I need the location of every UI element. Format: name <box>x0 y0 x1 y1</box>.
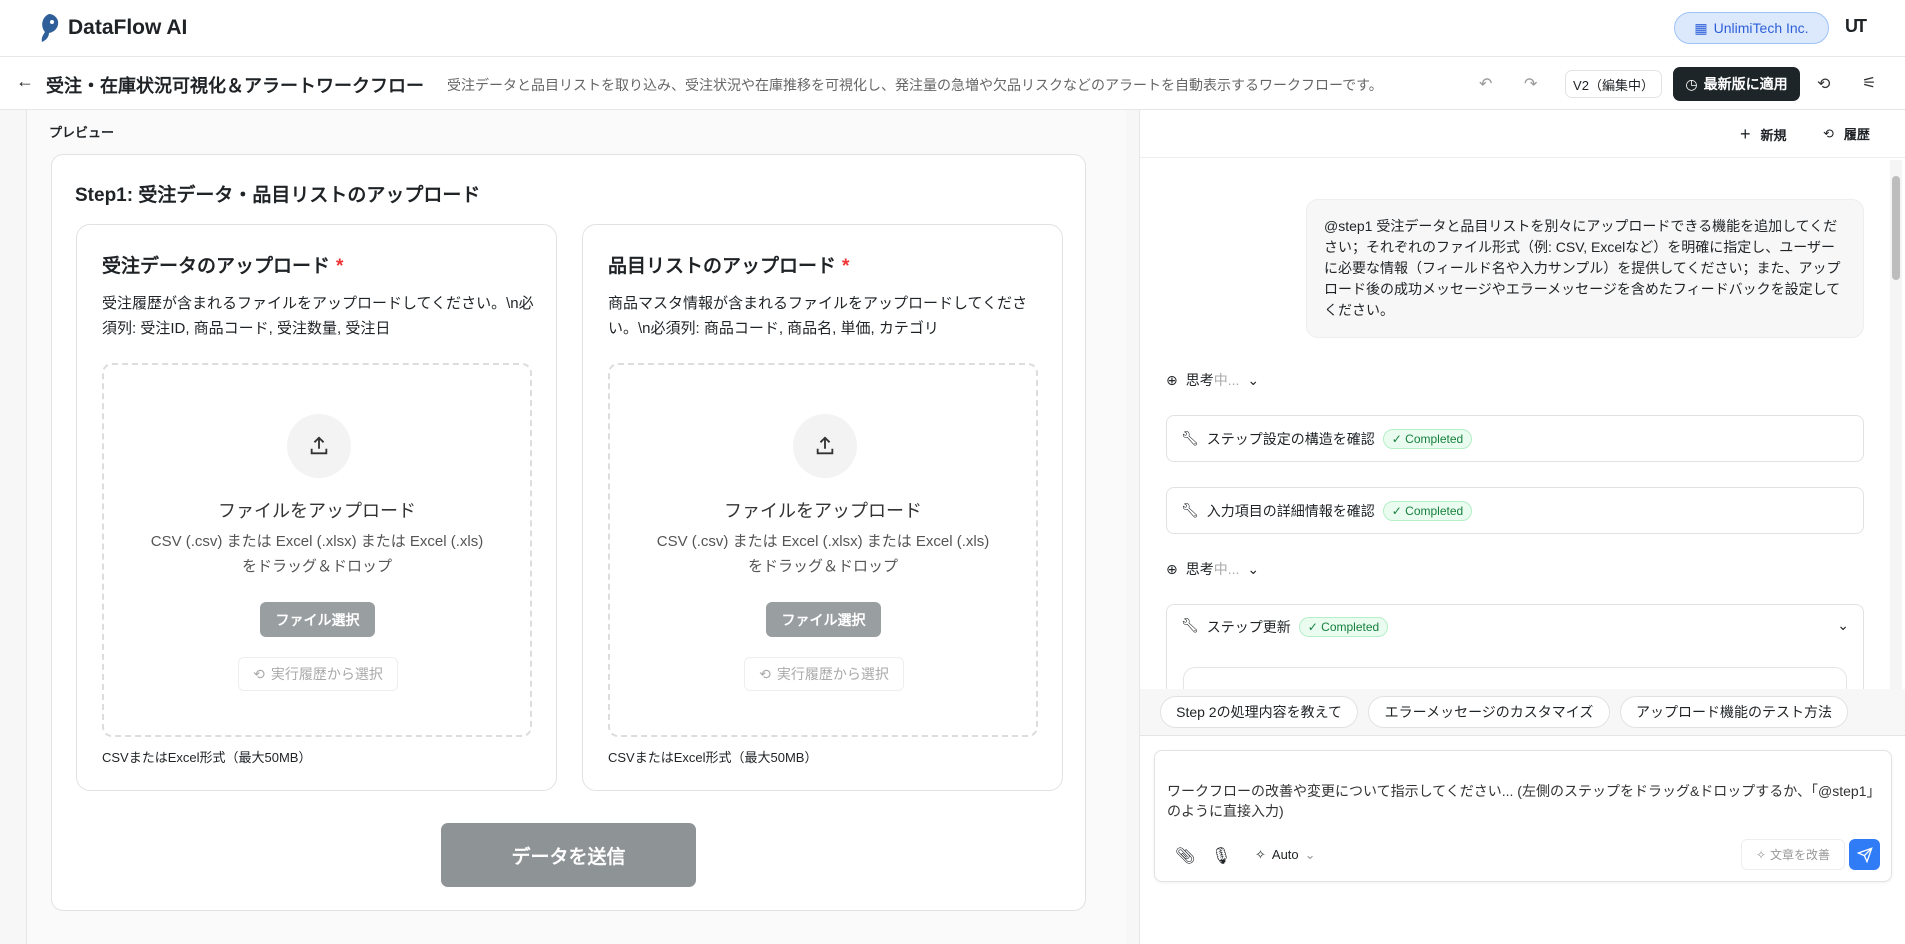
thinking-label: 思考 <box>1185 561 1214 577</box>
user-avatar[interactable]: UT <box>1845 16 1867 37</box>
redo-icon[interactable]: ↷ <box>1524 74 1537 94</box>
upload-icon <box>287 414 351 478</box>
step-title: Step1: 受注データ・品目リストのアップロード <box>75 185 481 206</box>
settings-sliders-icon[interactable]: ⚟ <box>1862 73 1876 93</box>
thinking-toggle[interactable]: ⊕ 思考中... ⌄ <box>1166 559 1259 579</box>
send-icon <box>1856 846 1873 863</box>
chevron-down-icon: ⌄ <box>1304 847 1316 862</box>
dropzone-description: CSV (.csv) または Excel (.xlsx) または Excel (… <box>150 533 484 575</box>
chevron-down-icon[interactable]: ⌄ <box>1837 617 1849 634</box>
chevron-down-icon: ⌄ <box>1247 371 1260 388</box>
preview-label: プレビュー <box>49 125 115 140</box>
sparkle-icon: ✧ <box>1255 847 1266 862</box>
user-message: @step1 受注データと品目リストを別々にアップロードできる機能を追加してくだ… <box>1306 199 1864 338</box>
thinking-label-suffix: 中... <box>1213 561 1240 577</box>
tool-name: ステップ更新 <box>1206 619 1291 635</box>
file-dropzone[interactable]: ファイルをアップロード CSV (.csv) または Excel (.xlsx)… <box>102 363 532 737</box>
chat-header <box>1140 110 1905 158</box>
dataflow-logo-icon <box>41 14 59 42</box>
card-title: 品目リストのアップロード <box>608 256 837 277</box>
upload-icon <box>793 414 857 478</box>
history-icon: ⟲ <box>253 665 265 682</box>
history-label: 履歴 <box>1843 127 1870 142</box>
paperclip-icon[interactable]: 📎︎ <box>1175 846 1195 866</box>
tool-name: 入力項目の詳細情報を確認 <box>1206 502 1375 519</box>
sparkle-icon: ✧ <box>1755 847 1767 862</box>
microphone-icon[interactable]: 🎙︎ <box>1211 846 1231 866</box>
workflow-title: 受注・在庫状況可視化＆アラートワークフロー <box>46 76 424 96</box>
apply-label: 最新版に適用 <box>1703 76 1788 92</box>
thinking-label-suffix: 中... <box>1213 372 1240 388</box>
card-description: 受注履歴が含まれるファイルをアップロードしてください。\n必須列: 受注ID, … <box>102 295 534 337</box>
check-circle-icon: ◷ <box>1685 75 1698 92</box>
file-limit-note: CSVまたはExcel形式（最大50MB） <box>102 750 312 765</box>
chevron-down-icon: ⌄ <box>1247 560 1260 577</box>
file-select-button[interactable]: ファイル選択 <box>260 602 375 637</box>
suggestion-chip[interactable]: アップロード機能のテスト方法 <box>1620 696 1848 728</box>
wrench-icon: 🔧︎ <box>1181 430 1199 446</box>
mode-selector[interactable]: ✧ Auto ⌄ <box>1255 847 1316 863</box>
order-upload-card: 受注データのアップロード * 受注履歴が含まれるファイルをアップロードしてください… <box>76 224 557 791</box>
thinking-label: 思考 <box>1185 372 1214 388</box>
card-description: 商品マスタ情報が含まれるファイルをアップロードしてください。\n必須列: 商品コ… <box>608 295 1028 337</box>
file-dropzone[interactable]: ファイルをアップロード CSV (.csv) または Excel (.xlsx)… <box>608 363 1038 737</box>
select-from-history-button[interactable]: ⟲ 実行履歴から選択 <box>238 657 398 691</box>
undo-icon[interactable]: ↶ <box>1479 74 1492 94</box>
chat-input-placeholder[interactable]: ワークフローの改善や変更について指示してください... (左側のステップをドラッ… <box>1167 781 1882 821</box>
app-header: DataFlow AI ▦ UnlimiTech Inc. UT <box>0 0 1905 57</box>
submit-data-button[interactable]: データを送信 <box>441 823 696 887</box>
suggestion-chip[interactable]: エラーメッセージのカスタマイズ <box>1368 696 1610 728</box>
file-select-button[interactable]: ファイル選択 <box>766 602 881 637</box>
mode-label: Auto <box>1271 847 1299 862</box>
suggestion-chip[interactable]: Step 2の処理内容を教えて <box>1160 696 1358 728</box>
org-switcher[interactable]: ▦ UnlimiTech Inc. <box>1674 12 1829 44</box>
tool-call-card[interactable]: 🔧︎ 入力項目の詳細情報を確認 ✓ Completed <box>1166 487 1864 534</box>
plus-icon: + <box>1740 124 1751 144</box>
brain-icon: ⊕ <box>1166 371 1178 388</box>
workflow-description: 受注データと品目リストを取り込み、受注状況や在庫推移を可視化し、発注量の急増や欠… <box>447 77 1383 93</box>
select-from-history-button[interactable]: ⟲ 実行履歴から選択 <box>744 657 904 691</box>
tool-name: ステップ設定の構造を確認 <box>1206 430 1375 447</box>
status-badge: ✓ Completed <box>1382 428 1473 449</box>
org-name: UnlimiTech Inc. <box>1713 20 1809 36</box>
new-label: 新規 <box>1760 128 1787 143</box>
item-list-upload-card: 品目リストのアップロード * 商品マスタ情報が含まれるファイルをアップロードしてく… <box>582 224 1063 791</box>
wrench-icon: 🔧︎ <box>1181 617 1199 633</box>
history-icon: ⟲ <box>1823 125 1834 141</box>
send-button[interactable] <box>1849 839 1880 870</box>
improve-text-button[interactable]: ✧ 文章を改善 <box>1741 839 1845 870</box>
history-label: 実行履歴から選択 <box>270 666 383 682</box>
required-mark: * <box>336 256 344 277</box>
dropzone-title: ファイルをアップロード <box>218 501 416 521</box>
workflow-toolbar: ← 受注・在庫状況可視化＆アラートワークフロー 受注データと品目リストを取り込み… <box>0 57 1905 110</box>
status-badge: ✓ Completed <box>1382 500 1473 521</box>
file-limit-note: CSVまたはExcel形式（最大50MB） <box>608 750 818 765</box>
status-badge: ✓ Completed <box>1298 617 1389 637</box>
version-badge[interactable]: V2（編集中） <box>1565 70 1662 98</box>
app-name: DataFlow AI <box>68 16 188 39</box>
dropzone-title: ファイルをアップロード <box>724 501 922 521</box>
scrollbar-thumb[interactable] <box>1892 176 1900 280</box>
chat-history-button[interactable]: ⟲ 履歴 <box>1823 124 1870 143</box>
new-chat-button[interactable]: + 新規 <box>1740 124 1787 145</box>
apply-latest-button[interactable]: ◷ 最新版に適用 <box>1673 67 1800 101</box>
improve-label: 文章を改善 <box>1770 848 1831 862</box>
dropzone-description: CSV (.csv) または Excel (.xlsx) または Excel (… <box>656 533 990 575</box>
tool-call-card[interactable]: 🔧︎ ステップ設定の構造を確認 ✓ Completed <box>1166 415 1864 462</box>
history-icon: ⟲ <box>759 665 771 682</box>
history-label: 実行履歴から選択 <box>776 666 889 682</box>
back-arrow-icon[interactable]: ← <box>16 71 34 92</box>
history-icon[interactable]: ⟲ <box>1817 74 1830 94</box>
thinking-toggle[interactable]: ⊕ 思考中... ⌄ <box>1166 370 1259 390</box>
chat-input[interactable]: ワークフローの改善や変更について指示してください... (左側のステップをドラッ… <box>1154 750 1892 882</box>
wrench-icon: 🔧︎ <box>1181 502 1199 518</box>
required-mark: * <box>842 256 850 277</box>
building-icon: ▦ <box>1694 19 1708 36</box>
card-title: 受注データのアップロード <box>102 256 331 277</box>
brain-icon: ⊕ <box>1166 560 1178 577</box>
